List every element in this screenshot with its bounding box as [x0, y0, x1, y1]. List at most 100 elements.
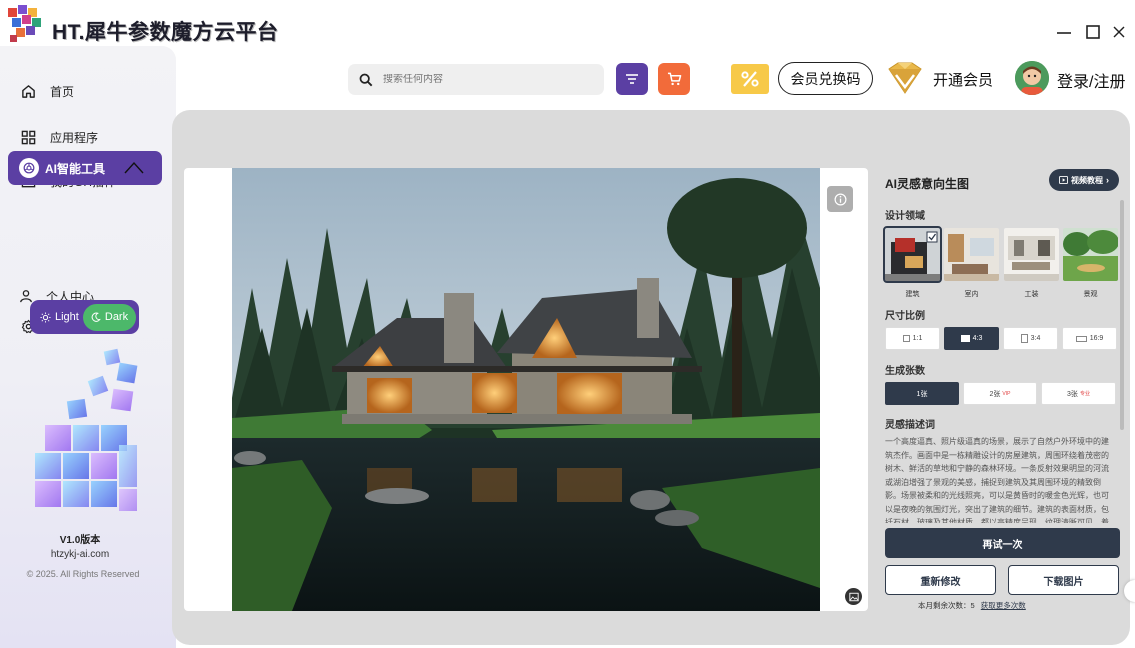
sidebar-item-label: 应用程序 [50, 130, 99, 145]
domain-commercial[interactable]: 工装 [1004, 228, 1059, 298]
ratio-shape [1075, 335, 1087, 342]
image-action-button[interactable] [845, 588, 862, 605]
ratio-text: 3:4 [1030, 335, 1041, 342]
count-label: 生成张数 [885, 366, 925, 377]
retry-button[interactable]: 再试一次 [885, 528, 1120, 558]
video-tutorial-button[interactable]: 视频教程 › [1049, 169, 1119, 191]
percent-coupon-icon [741, 71, 759, 87]
remaining-number: 5 [970, 601, 975, 610]
ratio-text: 16:9 [1089, 335, 1104, 342]
user-icon [18, 288, 34, 304]
modify-button[interactable]: 重新修改 [885, 565, 996, 595]
info-button[interactable] [827, 186, 853, 212]
panel-title: AI灵感意向生图 [885, 177, 970, 191]
version-label: V1.0版本 [59, 535, 101, 546]
count-text: 1张 [916, 390, 928, 398]
search-bar[interactable] [348, 64, 604, 95]
app-title: HT.犀牛参数魔方云平台 [52, 21, 279, 44]
domain-architecture[interactable]: 建筑 [883, 226, 942, 298]
sidebar-item-home[interactable]: 首页 [20, 80, 74, 102]
sidebar-item-label: 首页 [50, 84, 75, 99]
prompt-textarea[interactable]: 一个高度逼真、照片级逼真的场景，展示了自然户外环境中的建筑杰作。画面中是一栋精雕… [885, 435, 1115, 523]
open-vip-link[interactable]: 开通会员 [933, 69, 993, 90]
theme-light-option[interactable]: Light [33, 311, 83, 323]
ratio-16-9[interactable]: 16:9 [1062, 327, 1117, 350]
filter-button[interactable] [616, 63, 648, 95]
ratio-text: 1:1 [912, 335, 923, 342]
domain-thumbnail [883, 226, 942, 283]
cart-button[interactable] [658, 63, 690, 95]
download-button[interactable]: 下载图片 [1008, 565, 1119, 595]
sidebar-item-label: AI智能工具 [45, 161, 106, 176]
ratio-shape [1020, 334, 1028, 343]
video-icon [1059, 176, 1068, 184]
user-avatar-icon [1015, 61, 1049, 95]
openai-icon [19, 158, 39, 178]
avatar[interactable] [1015, 61, 1049, 95]
ratio-3-4[interactable]: 3:4 [1003, 327, 1058, 350]
domain-thumbnail [1063, 228, 1119, 281]
image-icon [848, 592, 859, 601]
domain-interior[interactable]: 室内 [944, 228, 999, 298]
theme-dark-label: Dark [104, 311, 129, 323]
moon-icon [91, 312, 101, 322]
minimize-button[interactable] [1054, 22, 1074, 42]
remaining-prefix: 本月剩余次数： [918, 601, 971, 610]
rubiks-cube-illustration [35, 348, 138, 511]
theme-light-label: Light [55, 311, 79, 323]
domain-label: 建筑 [905, 291, 920, 298]
sidebar-item-apps[interactable]: 应用程序 [20, 126, 98, 148]
ratio-shape [960, 335, 970, 342]
info-icon [834, 193, 846, 205]
coupon-button[interactable] [731, 64, 769, 94]
vip-diamond-icon[interactable] [885, 59, 925, 97]
chevron-up-icon [124, 161, 144, 174]
domain-label: 工装 [1024, 291, 1039, 298]
ratio-shape [902, 335, 910, 342]
search-icon [359, 73, 373, 86]
maximize-icon [1086, 25, 1100, 39]
theme-toggle: Light Dark [30, 300, 139, 334]
login-register-link[interactable]: 登录/注册 [1057, 68, 1125, 92]
prompt-label: 灵感描述词 [885, 420, 935, 431]
design-domain-label: 设计领域 [885, 211, 925, 222]
ratio-text: 4:3 [972, 335, 983, 342]
domain-landscape[interactable]: 景观 [1063, 228, 1119, 298]
search-input[interactable] [383, 74, 583, 85]
site-link[interactable]: htzykj-ai.com [0, 549, 160, 560]
app-window: HT.犀牛参数魔方云平台 首页 应用程序 我的GH插件 AI智能工具 [0, 0, 1135, 648]
count-2[interactable]: 2张 VIP [963, 382, 1037, 405]
domain-thumbnail [1004, 228, 1059, 281]
close-icon [1113, 26, 1125, 38]
generated-image [232, 168, 820, 611]
minimize-icon [1057, 32, 1071, 34]
copyright-text: © 2025. All Rights Reserved [26, 569, 140, 579]
cube-logo-icon [8, 5, 41, 42]
count-text: 2张 [989, 390, 1001, 398]
ratio-label: 尺寸比例 [885, 311, 925, 322]
domain-label: 室内 [964, 291, 979, 298]
count-3[interactable]: 3张 专业 [1041, 382, 1116, 405]
get-more-link[interactable]: 获取更多次数 [981, 601, 1026, 610]
ratio-4-3[interactable]: 4:3 [944, 327, 999, 350]
sidebar-item-ai-tools[interactable]: AI智能工具 [8, 151, 162, 185]
domain-thumbnail [944, 228, 999, 281]
chevron-right-icon: › [1106, 175, 1109, 185]
close-button[interactable] [1109, 22, 1129, 42]
cart-icon [667, 72, 681, 86]
panel-scrollbar[interactable] [1120, 200, 1124, 430]
count-1[interactable]: 1张 [885, 382, 959, 405]
sun-icon [40, 311, 51, 323]
theme-dark-option[interactable]: Dark [83, 303, 136, 331]
ratio-1-1[interactable]: 1:1 [885, 327, 940, 350]
pro-tag: 专业 [1079, 391, 1090, 397]
vip-tag: VIP [1002, 390, 1011, 397]
maximize-button[interactable] [1083, 22, 1103, 42]
home-icon [20, 83, 36, 99]
filter-icon [626, 74, 638, 84]
grid-icon [20, 129, 36, 145]
remaining-count: 本月剩余次数：5 获取更多次数 [918, 600, 1026, 611]
domain-label: 景观 [1083, 291, 1098, 298]
redeem-code-button[interactable]: 会员兑换码 [778, 62, 873, 95]
video-tutorial-label: 视频教程 [1071, 175, 1103, 185]
